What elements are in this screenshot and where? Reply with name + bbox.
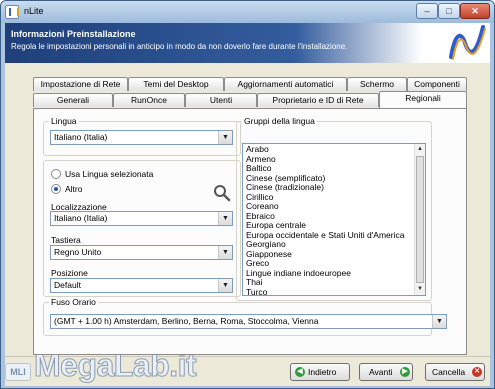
localizzazione-value: Italiano (Italia) — [54, 213, 108, 223]
scroll-down-icon[interactable]: ▼ — [415, 284, 425, 295]
chevron-down-icon: ▼ — [218, 246, 232, 259]
next-button[interactable]: Avanti ▶ — [359, 363, 413, 381]
window-title: nLite — [24, 6, 44, 16]
tastiera-dropdown[interactable]: Regno Unito ▼ — [50, 245, 233, 260]
next-label: Avanti — [369, 367, 393, 377]
title-bar[interactable]: nLite – □ ✕ — [1, 1, 494, 23]
cancel-label: Cancella — [432, 367, 466, 377]
tab-impostazione-di-rete[interactable]: Impostazione di Rete — [33, 77, 128, 91]
lingua-value: Italiano (Italia) — [54, 132, 108, 142]
tastiera-label: Tastiera — [51, 235, 81, 245]
application-window: nLite – □ ✕ Informazioni Preinstallazion… — [0, 0, 495, 389]
tab-componenti[interactable]: Componenti — [407, 77, 467, 91]
tab-runonce[interactable]: RunOnce — [113, 93, 185, 107]
magnifier-icon[interactable] — [213, 184, 231, 202]
header-title: Informazioni Preinstallazione — [11, 29, 136, 39]
maximize-button[interactable]: □ — [438, 3, 460, 19]
tab-utenti[interactable]: Utenti — [185, 93, 257, 107]
lingua-label: Lingua — [49, 116, 79, 126]
arrow-left-icon: ◀ — [295, 367, 305, 377]
chevron-down-icon: ▼ — [218, 279, 232, 292]
list-item[interactable]: Thai — [243, 277, 425, 288]
list-item[interactable]: Turco — [243, 287, 425, 295]
arrow-right-icon: ▶ — [400, 367, 410, 377]
watermark-badge: MLI — [5, 363, 31, 381]
fuso-dropdown[interactable]: (GMT + 1.00 h) Amsterdam, Berlino, Berna… — [50, 314, 447, 329]
cancel-button[interactable]: Cancella ✕ — [425, 363, 485, 381]
fuso-label: Fuso Orario — [49, 297, 98, 307]
localizzazione-dropdown[interactable]: Italiano (Italia) ▼ — [50, 211, 233, 226]
header-banner: Informazioni Preinstallazione Regola le … — [5, 23, 490, 63]
tab-aggiornamenti-automatici[interactable]: Aggiornamenti automatici — [224, 77, 347, 91]
lingua-dropdown[interactable]: Italiano (Italia) ▼ — [50, 130, 233, 145]
posizione-label: Posizione — [51, 268, 88, 278]
content-area: Impostazione di Rete Temi del Desktop Ag… — [5, 63, 490, 356]
list-item[interactable]: Lingue indiane indoeuropee — [243, 268, 425, 279]
gruppi-label: Gruppi della lingua — [242, 116, 317, 126]
tab-proprietario-e-id-di-rete[interactable]: Proprietario e ID di Rete — [257, 93, 379, 107]
nlite-logo — [449, 25, 486, 60]
tab-regionali[interactable]: Regionali — [379, 91, 467, 108]
radio-usa-lingua-label: Usa Lingua selezionata — [65, 169, 154, 179]
minimize-button[interactable]: – — [416, 3, 438, 19]
nlite-app-icon — [5, 5, 19, 19]
scroll-thumb[interactable] — [416, 156, 424, 283]
chevron-down-icon: ▼ — [218, 212, 232, 225]
radio-altro[interactable] — [51, 184, 61, 194]
cancel-icon: ✕ — [472, 367, 482, 377]
radio-altro-label: Altro — [65, 184, 83, 194]
chevron-down-icon: ▼ — [432, 315, 446, 328]
gruppi-scrollbar[interactable]: ▲ ▼ — [414, 144, 425, 295]
scroll-up-icon[interactable]: ▲ — [415, 144, 425, 155]
header-subtitle: Regola le impostazioni personali in anti… — [11, 42, 348, 51]
close-button[interactable]: ✕ — [460, 3, 490, 19]
list-item[interactable]: Giapponese — [243, 249, 425, 260]
tab-temi-del-desktop[interactable]: Temi del Desktop — [128, 77, 224, 91]
tab-schermo[interactable]: Schermo — [347, 77, 407, 91]
tab-generali[interactable]: Generali — [33, 93, 113, 107]
posizione-value: Default — [54, 280, 81, 290]
fuso-value: (GMT + 1.00 h) Amsterdam, Berlino, Berna… — [54, 316, 319, 326]
back-label: Indietro — [308, 367, 337, 377]
chevron-down-icon: ▼ — [218, 131, 232, 144]
radio-usa-lingua[interactable] — [51, 169, 61, 179]
posizione-dropdown[interactable]: Default ▼ — [50, 278, 233, 293]
gruppi-listbox[interactable]: Arabo Armeno Baltico Cinese (semplificat… — [242, 143, 426, 296]
back-button[interactable]: ◀ Indietro — [290, 363, 350, 381]
tastiera-value: Regno Unito — [54, 247, 102, 257]
